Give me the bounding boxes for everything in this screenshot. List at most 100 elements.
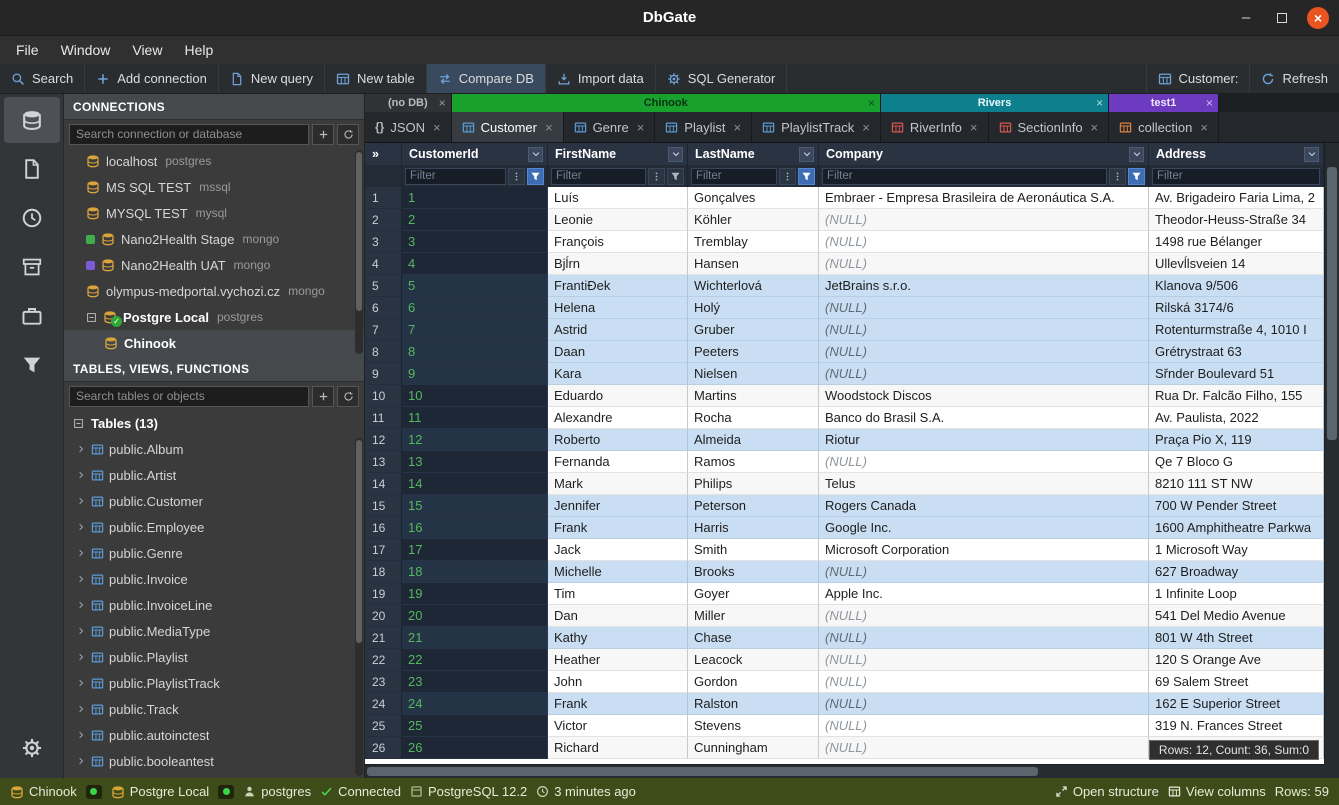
data-cell[interactable]: (NULL) bbox=[819, 671, 1149, 693]
data-cell[interactable]: Daan bbox=[548, 341, 688, 363]
data-cell[interactable]: 162 E Superior Street bbox=[1149, 693, 1324, 715]
data-cell[interactable]: Tremblay bbox=[688, 231, 819, 253]
data-cell[interactable]: (NULL) bbox=[819, 605, 1149, 627]
data-cell[interactable]: 17 bbox=[402, 539, 548, 561]
tables-search-input[interactable] bbox=[69, 386, 309, 407]
tab-group-chinook[interactable]: Chinook× bbox=[452, 94, 881, 112]
row-number[interactable]: 26 bbox=[365, 737, 402, 759]
row-number[interactable]: 4 bbox=[365, 253, 402, 275]
data-cell[interactable]: 21 bbox=[402, 627, 548, 649]
filter-menu-button[interactable] bbox=[779, 168, 796, 185]
data-cell[interactable]: 18 bbox=[402, 561, 548, 583]
filter-menu-button[interactable] bbox=[508, 168, 525, 185]
table-item[interactable]: public.Genre bbox=[64, 540, 364, 566]
table-item[interactable]: public.Playlist bbox=[64, 644, 364, 670]
data-cell[interactable]: (NULL) bbox=[819, 627, 1149, 649]
data-cell[interactable]: Grétrystraat 63 bbox=[1149, 341, 1324, 363]
data-cell[interactable]: (NULL) bbox=[819, 209, 1149, 231]
table-row[interactable]: 2424FrankRalston(NULL)162 E Superior Str… bbox=[365, 693, 1324, 715]
connection-item[interactable]: MS SQL TESTmssql bbox=[64, 174, 364, 200]
data-cell[interactable]: Jennifer bbox=[548, 495, 688, 517]
data-cell[interactable]: Rilská 3174/6 bbox=[1149, 297, 1324, 319]
column-header-customerid[interactable]: CustomerId bbox=[402, 143, 548, 165]
data-cell[interactable]: Bjĺrn bbox=[548, 253, 688, 275]
close-icon[interactable]: × bbox=[1200, 120, 1208, 135]
data-cell[interactable]: John bbox=[548, 671, 688, 693]
row-number[interactable]: 16 bbox=[365, 517, 402, 539]
data-cell[interactable]: (NULL) bbox=[819, 451, 1149, 473]
connection-item[interactable]: Nano2Health UATmongo bbox=[64, 252, 364, 278]
data-cell[interactable]: 1 Infinite Loop bbox=[1149, 583, 1324, 605]
data-cell[interactable]: Ramos bbox=[688, 451, 819, 473]
column-dropdown-button[interactable] bbox=[668, 147, 683, 162]
data-cell[interactable]: Nielsen bbox=[688, 363, 819, 385]
toolbar-customer-jump-button[interactable]: Customer: bbox=[1146, 64, 1250, 93]
grid-horizontal-scrollbar[interactable] bbox=[365, 764, 1324, 778]
tab-collection[interactable]: collection× bbox=[1109, 112, 1219, 142]
table-item[interactable]: public.Customer bbox=[64, 488, 364, 514]
table-row[interactable]: 55FrantiĐekWichterlováJetBrains s.r.o.Kl… bbox=[365, 275, 1324, 297]
data-cell[interactable]: (NULL) bbox=[819, 363, 1149, 385]
table-item[interactable]: public.PlaylistTrack bbox=[64, 670, 364, 696]
close-icon[interactable]: × bbox=[1096, 96, 1103, 110]
data-cell[interactable]: Fernanda bbox=[548, 451, 688, 473]
menu-item-help[interactable]: Help bbox=[174, 39, 223, 61]
data-cell[interactable]: (NULL) bbox=[819, 737, 1149, 759]
data-cell[interactable]: 541 Del Medio Avenue bbox=[1149, 605, 1324, 627]
table-row[interactable]: 1010EduardoMartinsWoodstock DiscosRua Dr… bbox=[365, 385, 1324, 407]
tab-playlisttrack[interactable]: PlaylistTrack× bbox=[752, 112, 881, 142]
data-cell[interactable]: Stevens bbox=[688, 715, 819, 737]
row-number[interactable]: 2 bbox=[365, 209, 402, 231]
scrollbar-thumb[interactable] bbox=[1327, 167, 1337, 440]
column-header-firstname[interactable]: FirstName bbox=[548, 143, 688, 165]
row-number[interactable]: 20 bbox=[365, 605, 402, 627]
data-cell[interactable]: 23 bbox=[402, 671, 548, 693]
data-cell[interactable]: Cunningham bbox=[688, 737, 819, 759]
table-row[interactable]: 1616FrankHarrisGoogle Inc.1600 Amphithea… bbox=[365, 517, 1324, 539]
row-number[interactable]: 6 bbox=[365, 297, 402, 319]
close-icon[interactable]: × bbox=[868, 96, 875, 110]
row-number[interactable]: 11 bbox=[365, 407, 402, 429]
table-item[interactable]: public.MediaType bbox=[64, 618, 364, 644]
rail-connections-button[interactable] bbox=[4, 97, 60, 143]
toolbar-compare-db-button[interactable]: Compare DB bbox=[427, 64, 546, 93]
data-cell[interactable]: Hansen bbox=[688, 253, 819, 275]
add-table-small-button[interactable] bbox=[312, 386, 334, 407]
rail-settings-button[interactable] bbox=[4, 725, 60, 771]
menu-item-window[interactable]: Window bbox=[51, 39, 121, 61]
data-cell[interactable]: Sřnder Boulevard 51 bbox=[1149, 363, 1324, 385]
minimize-button[interactable]: – bbox=[1235, 7, 1257, 29]
column-dropdown-button[interactable] bbox=[1304, 147, 1319, 162]
table-row[interactable]: 1919TimGoyerApple Inc.1 Infinite Loop bbox=[365, 583, 1324, 605]
data-cell[interactable]: Köhler bbox=[688, 209, 819, 231]
close-icon[interactable]: × bbox=[862, 120, 870, 135]
table-row[interactable]: 2323JohnGordon(NULL)69 Salem Street bbox=[365, 671, 1324, 693]
connections-scrollbar[interactable] bbox=[355, 150, 363, 354]
close-icon[interactable]: × bbox=[970, 120, 978, 135]
table-item[interactable]: public.Artist bbox=[64, 462, 364, 488]
data-cell[interactable]: 700 W Pender Street bbox=[1149, 495, 1324, 517]
refresh-tables-button[interactable] bbox=[337, 386, 359, 407]
table-row[interactable]: 1212RobertoAlmeidaRioturPraça Pio X, 119 bbox=[365, 429, 1324, 451]
connection-item[interactable]: MYSQL TESTmysql bbox=[64, 200, 364, 226]
data-cell[interactable]: Woodstock Discos bbox=[819, 385, 1149, 407]
table-row[interactable]: 33FrançoisTremblay(NULL)1498 rue Bélange… bbox=[365, 231, 1324, 253]
column-header-lastname[interactable]: LastName bbox=[688, 143, 819, 165]
table-row[interactable]: 11LuísGonçalvesEmbraer - Empresa Brasile… bbox=[365, 187, 1324, 209]
data-cell[interactable]: Gordon bbox=[688, 671, 819, 693]
data-cell[interactable]: (NULL) bbox=[819, 693, 1149, 715]
data-cell[interactable]: François bbox=[548, 231, 688, 253]
row-number[interactable]: 23 bbox=[365, 671, 402, 693]
filter-funnel-button[interactable] bbox=[667, 168, 684, 185]
column-header-address[interactable]: Address bbox=[1149, 143, 1324, 165]
rail-archive-button[interactable] bbox=[4, 244, 60, 290]
data-cell[interactable]: (NULL) bbox=[819, 319, 1149, 341]
data-cell[interactable]: 19 bbox=[402, 583, 548, 605]
data-cell[interactable]: Kathy bbox=[548, 627, 688, 649]
data-cell[interactable]: Philips bbox=[688, 473, 819, 495]
filter-input-customerid[interactable] bbox=[405, 168, 506, 185]
menu-item-view[interactable]: View bbox=[122, 39, 172, 61]
menu-item-file[interactable]: File bbox=[6, 39, 49, 61]
table-row[interactable]: 2020DanMiller(NULL)541 Del Medio Avenue bbox=[365, 605, 1324, 627]
tab-playlist[interactable]: Playlist× bbox=[655, 112, 752, 142]
